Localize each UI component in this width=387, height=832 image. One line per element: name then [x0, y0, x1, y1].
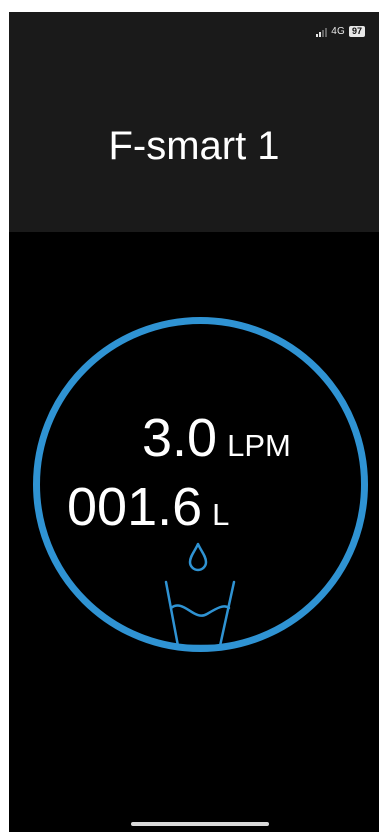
volume-readout: 001.6 L — [67, 476, 229, 538]
home-indicator[interactable] — [131, 822, 269, 826]
app-header: 4G 97 F-smart 1 — [9, 12, 379, 232]
signal-strength-icon — [316, 27, 328, 37]
flow-rate-value: 3.0 — [142, 408, 218, 468]
flow-rate-readout: 3.0 LPM — [142, 407, 291, 469]
volume-unit: L — [212, 497, 230, 532]
flow-rate-unit: LPM — [227, 428, 291, 463]
page-title: F-smart 1 — [108, 124, 280, 168]
status-bar: 4G 97 — [316, 26, 365, 37]
water-glass-icon — [164, 580, 236, 648]
battery-level: 97 — [348, 26, 365, 37]
network-type: 4G — [331, 26, 345, 37]
app-screen: 4G 97 F-smart 1 3.0 LPM 001.6 L — [9, 12, 379, 832]
water-drop-icon — [188, 542, 208, 572]
volume-value: 001.6 — [67, 477, 203, 537]
